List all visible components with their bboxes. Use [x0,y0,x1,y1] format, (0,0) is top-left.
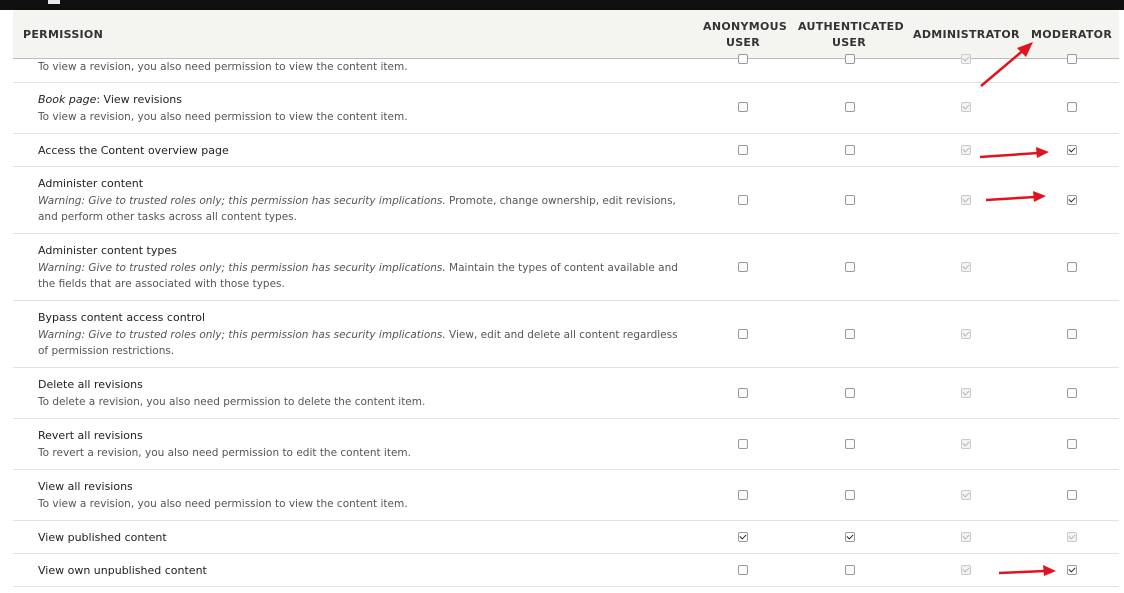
authenticated-user-checkbox[interactable] [845,195,855,205]
authenticated-user-checkbox[interactable] [845,262,855,272]
permission-description: Warning: Give to trusted roles only; thi… [38,260,678,292]
permission-description: Warning: Give to trusted roles only; thi… [38,327,678,359]
anonymous-user-checkbox[interactable] [738,102,748,112]
security-warning: Warning: Give to trusted roles only; thi… [38,329,446,341]
table-row: Delete all revisions To delete a revisio… [13,368,1119,419]
authenticated-user-checkbox[interactable] [845,102,855,112]
authenticated-user-checkbox[interactable] [845,490,855,500]
security-warning: Warning: Give to trusted roles only; thi… [38,195,446,207]
authenticated-user-checkbox[interactable] [845,439,855,449]
column-header-moderator: MODERATOR [1031,28,1113,41]
anonymous-user-checkbox[interactable] [738,490,748,500]
permission-title: Delete all revisions [38,378,143,391]
permission-title: View all revisions [38,480,133,493]
top-toolbar [0,0,1124,10]
moderator-checkbox[interactable] [1067,565,1077,575]
moderator-checkbox[interactable] [1067,262,1077,272]
anonymous-user-checkbox[interactable] [738,565,748,575]
permission-description: To view a revision, you also need permis… [38,61,408,73]
permission-title: Access the Content overview page [38,144,229,157]
moderator-checkbox[interactable] [1067,329,1077,339]
column-header-anonymous-user: ANONYMOUS USER [703,19,788,51]
anonymous-user-checkbox[interactable] [738,532,748,542]
permission-description: To view a revision, you also need permis… [38,111,408,123]
administrator-checkbox[interactable] [961,262,971,272]
column-header-administrator: ADMINISTRATOR [913,28,1020,41]
administrator-checkbox[interactable] [961,490,971,500]
toolbar-logo-icon [48,0,60,4]
table-row: Administer content Warning: Give to trus… [13,167,1119,234]
administrator-checkbox[interactable] [961,439,971,449]
moderator-checkbox[interactable] [1067,54,1077,64]
column-header-anonymous-line2: USER [725,36,761,49]
moderator-checkbox[interactable] [1067,388,1077,398]
table-row: View published content [13,521,1119,554]
anonymous-user-checkbox[interactable] [738,262,748,272]
column-header-authenticated-user: AUTHENTICATED USER [798,19,904,51]
permission-title: Administer content types [38,244,177,257]
administrator-checkbox[interactable] [961,565,971,575]
administrator-checkbox[interactable] [961,54,971,64]
column-header-anonymous-line1: ANONYMOUS [703,20,788,33]
administrator-checkbox[interactable] [961,532,971,542]
authenticated-user-checkbox[interactable] [845,145,855,155]
anonymous-user-checkbox[interactable] [738,54,748,64]
permissions-table-header: PERMISSION ANONYMOUS USER AUTHENTICATED … [13,10,1119,59]
administrator-checkbox[interactable] [961,102,971,112]
moderator-checkbox[interactable] [1067,490,1077,500]
authenticated-user-checkbox[interactable] [845,388,855,398]
authenticated-user-checkbox[interactable] [845,532,855,542]
anonymous-user-checkbox[interactable] [738,388,748,398]
permission-title: Revert all revisions [38,429,143,442]
anonymous-user-checkbox[interactable] [738,145,748,155]
administrator-checkbox[interactable] [961,145,971,155]
authenticated-user-checkbox[interactable] [845,565,855,575]
table-row: View all revisions To view a revision, y… [13,470,1119,521]
permission-title-prefix: Book page [38,93,97,106]
column-header-authenticated-line2: USER [831,36,867,49]
table-row: Book page: View revisions To view a revi… [13,83,1119,134]
permission-title-text: : View revisions [96,93,182,106]
permission-title: Bypass content access control [38,311,206,324]
table-row: View own unpublished content [13,554,1119,587]
permission-title: Book page: View revisions [38,92,182,107]
anonymous-user-checkbox[interactable] [738,439,748,449]
moderator-checkbox[interactable] [1067,532,1077,542]
moderator-checkbox[interactable] [1067,195,1077,205]
table-row: Access the Content overview page [13,134,1119,167]
moderator-checkbox[interactable] [1067,102,1077,112]
column-header-permission: PERMISSION [23,28,104,41]
table-row: Revert all revisions To revert a revisio… [13,419,1119,470]
security-warning: Warning: Give to trusted roles only; thi… [38,262,446,274]
authenticated-user-checkbox[interactable] [845,54,855,64]
authenticated-user-checkbox[interactable] [845,329,855,339]
permission-description: To delete a revision, you also need perm… [38,396,426,408]
administrator-checkbox[interactable] [961,329,971,339]
administrator-checkbox[interactable] [961,388,971,398]
permission-title: View published content [38,531,167,544]
permission-description: To revert a revision, you also need perm… [38,447,411,459]
permission-title: Administer content [38,177,144,190]
table-row: To view a revision, you also need permis… [13,54,1119,83]
permission-description: Warning: Give to trusted roles only; thi… [38,193,678,225]
table-row: Bypass content access control Warning: G… [13,301,1119,368]
permission-description: To view a revision, you also need permis… [38,498,408,510]
column-header-authenticated-line1: AUTHENTICATED [798,20,904,33]
moderator-checkbox[interactable] [1067,145,1077,155]
anonymous-user-checkbox[interactable] [738,195,748,205]
permission-title: View own unpublished content [38,564,207,577]
administrator-checkbox[interactable] [961,195,971,205]
table-row: Administer content types Warning: Give t… [13,234,1119,301]
anonymous-user-checkbox[interactable] [738,329,748,339]
moderator-checkbox[interactable] [1067,439,1077,449]
